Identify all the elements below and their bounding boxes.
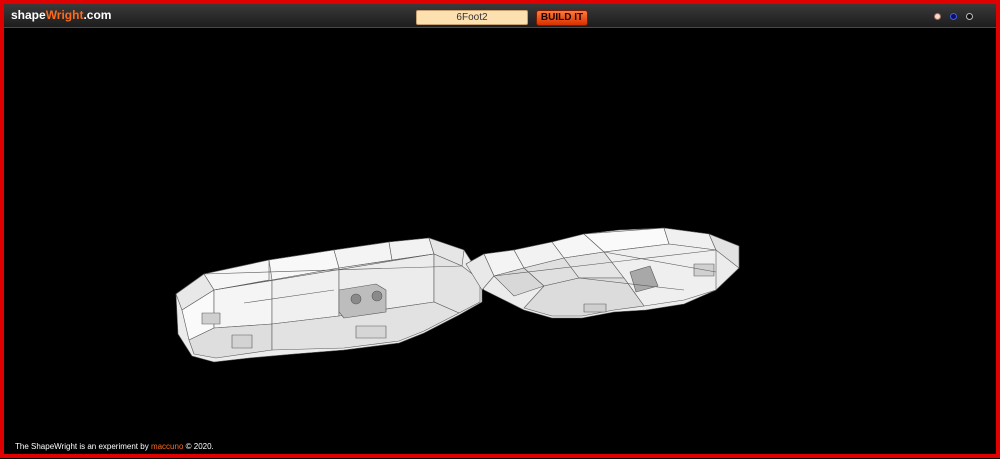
logo-text-shape: shape (11, 8, 46, 22)
footer-credit: The ShapeWright is an experiment by macc… (15, 442, 214, 451)
light-theme-dot[interactable] (934, 13, 941, 20)
3d-viewport[interactable] (4, 28, 996, 454)
ship-right-hull (465, 227, 740, 319)
footer-text: The ShapeWright is an experiment by (15, 442, 149, 451)
build-it-button[interactable]: BUILD IT (536, 10, 588, 26)
dark-theme-dot[interactable] (966, 13, 973, 20)
top-toolbar: shapeWright.com BUILD IT (4, 4, 996, 28)
blue-theme-dot[interactable] (950, 13, 957, 20)
maker-link[interactable]: maccuno (151, 442, 183, 451)
site-logo[interactable]: shapeWright.com (11, 8, 111, 22)
shape-name-input[interactable] (416, 10, 528, 25)
footer-copyright: © 2020. (185, 442, 214, 451)
logo-text-domain: .com (83, 8, 112, 22)
spaceship-model (175, 227, 740, 363)
logo-text-wright: Wright (45, 8, 84, 22)
ship-left-hull (175, 237, 483, 363)
